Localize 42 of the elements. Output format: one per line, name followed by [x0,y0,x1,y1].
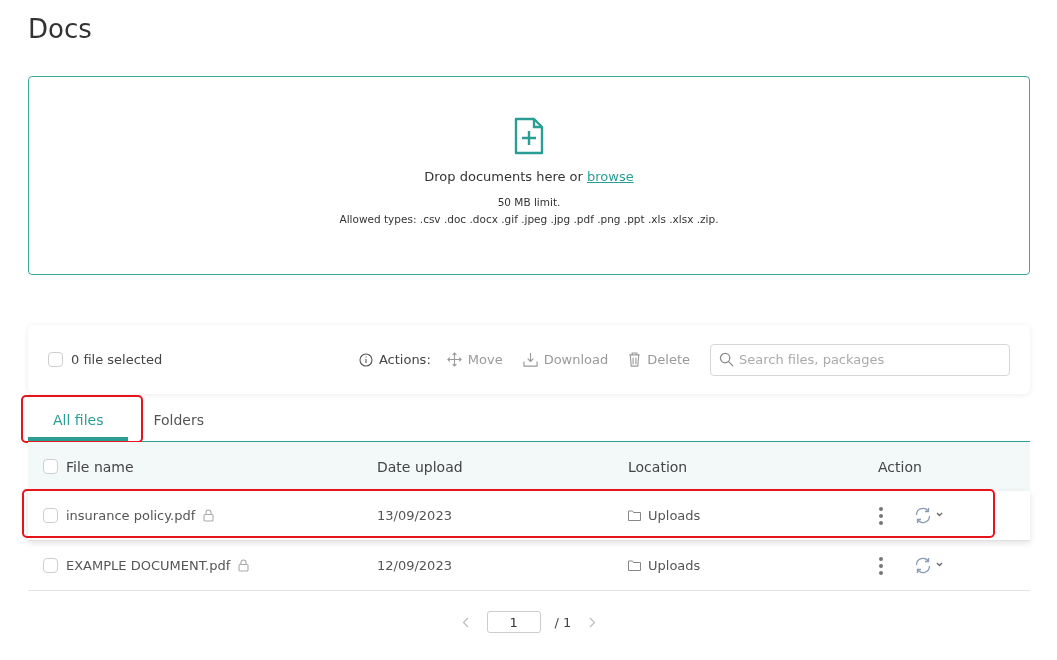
add-file-icon [514,117,544,155]
search-field[interactable]: Search files, packages [710,343,1010,376]
chevron-left-icon [461,616,469,628]
download-icon [522,352,538,367]
checkbox[interactable] [48,352,63,367]
column-header: Action [878,458,922,475]
tab[interactable]: All files [28,398,129,441]
tab[interactable]: Folders [128,398,229,441]
browse-link[interactable]: browse [587,169,634,184]
chevron-right-icon [589,616,597,628]
column-header: Location [628,458,688,475]
refresh-dropdown-icon[interactable] [914,506,944,525]
lock-icon [203,509,215,522]
actions-label: Actions: [378,352,431,367]
folder-icon [628,510,641,521]
info-icon [358,352,373,367]
page-title: Docs [28,14,92,44]
more-options-icon[interactable] [878,505,884,526]
location-cell: Uploads [648,508,701,523]
checkbox[interactable] [43,459,58,474]
refresh-dropdown-icon[interactable] [914,556,944,575]
folder-icon [628,560,641,571]
checkbox[interactable] [43,508,58,523]
file-name[interactable]: EXAMPLE DOCUMENT.pdf [66,558,231,573]
size-limit-text: 50 MB limit. [497,196,561,208]
file-name[interactable]: insurance policy.pdf [66,508,196,523]
drop-instructions: Drop documents here or browse [424,169,634,184]
checkbox[interactable] [43,558,58,573]
column-header: Date upload [377,458,463,475]
move-arrows-icon [446,352,462,367]
allowed-types-text: Allowed types: .csv .doc .docx .gif .jpeg .jpg .pdf .png .ppt .xls .xlsx .zip. [339,213,719,225]
more-options-icon[interactable] [878,555,884,576]
page-number-field[interactable]: 1 [486,611,541,633]
search-icon [719,351,734,367]
page-total: / 1 [554,614,572,630]
trash-icon [628,352,642,367]
upload-date: 13/09/2023 [377,508,452,523]
lock-icon [238,559,250,572]
location-cell: Uploads [648,558,701,573]
selection-count: 0 file selected [71,352,163,367]
upload-date: 12/09/2023 [377,558,452,573]
column-header: File name [66,458,134,475]
